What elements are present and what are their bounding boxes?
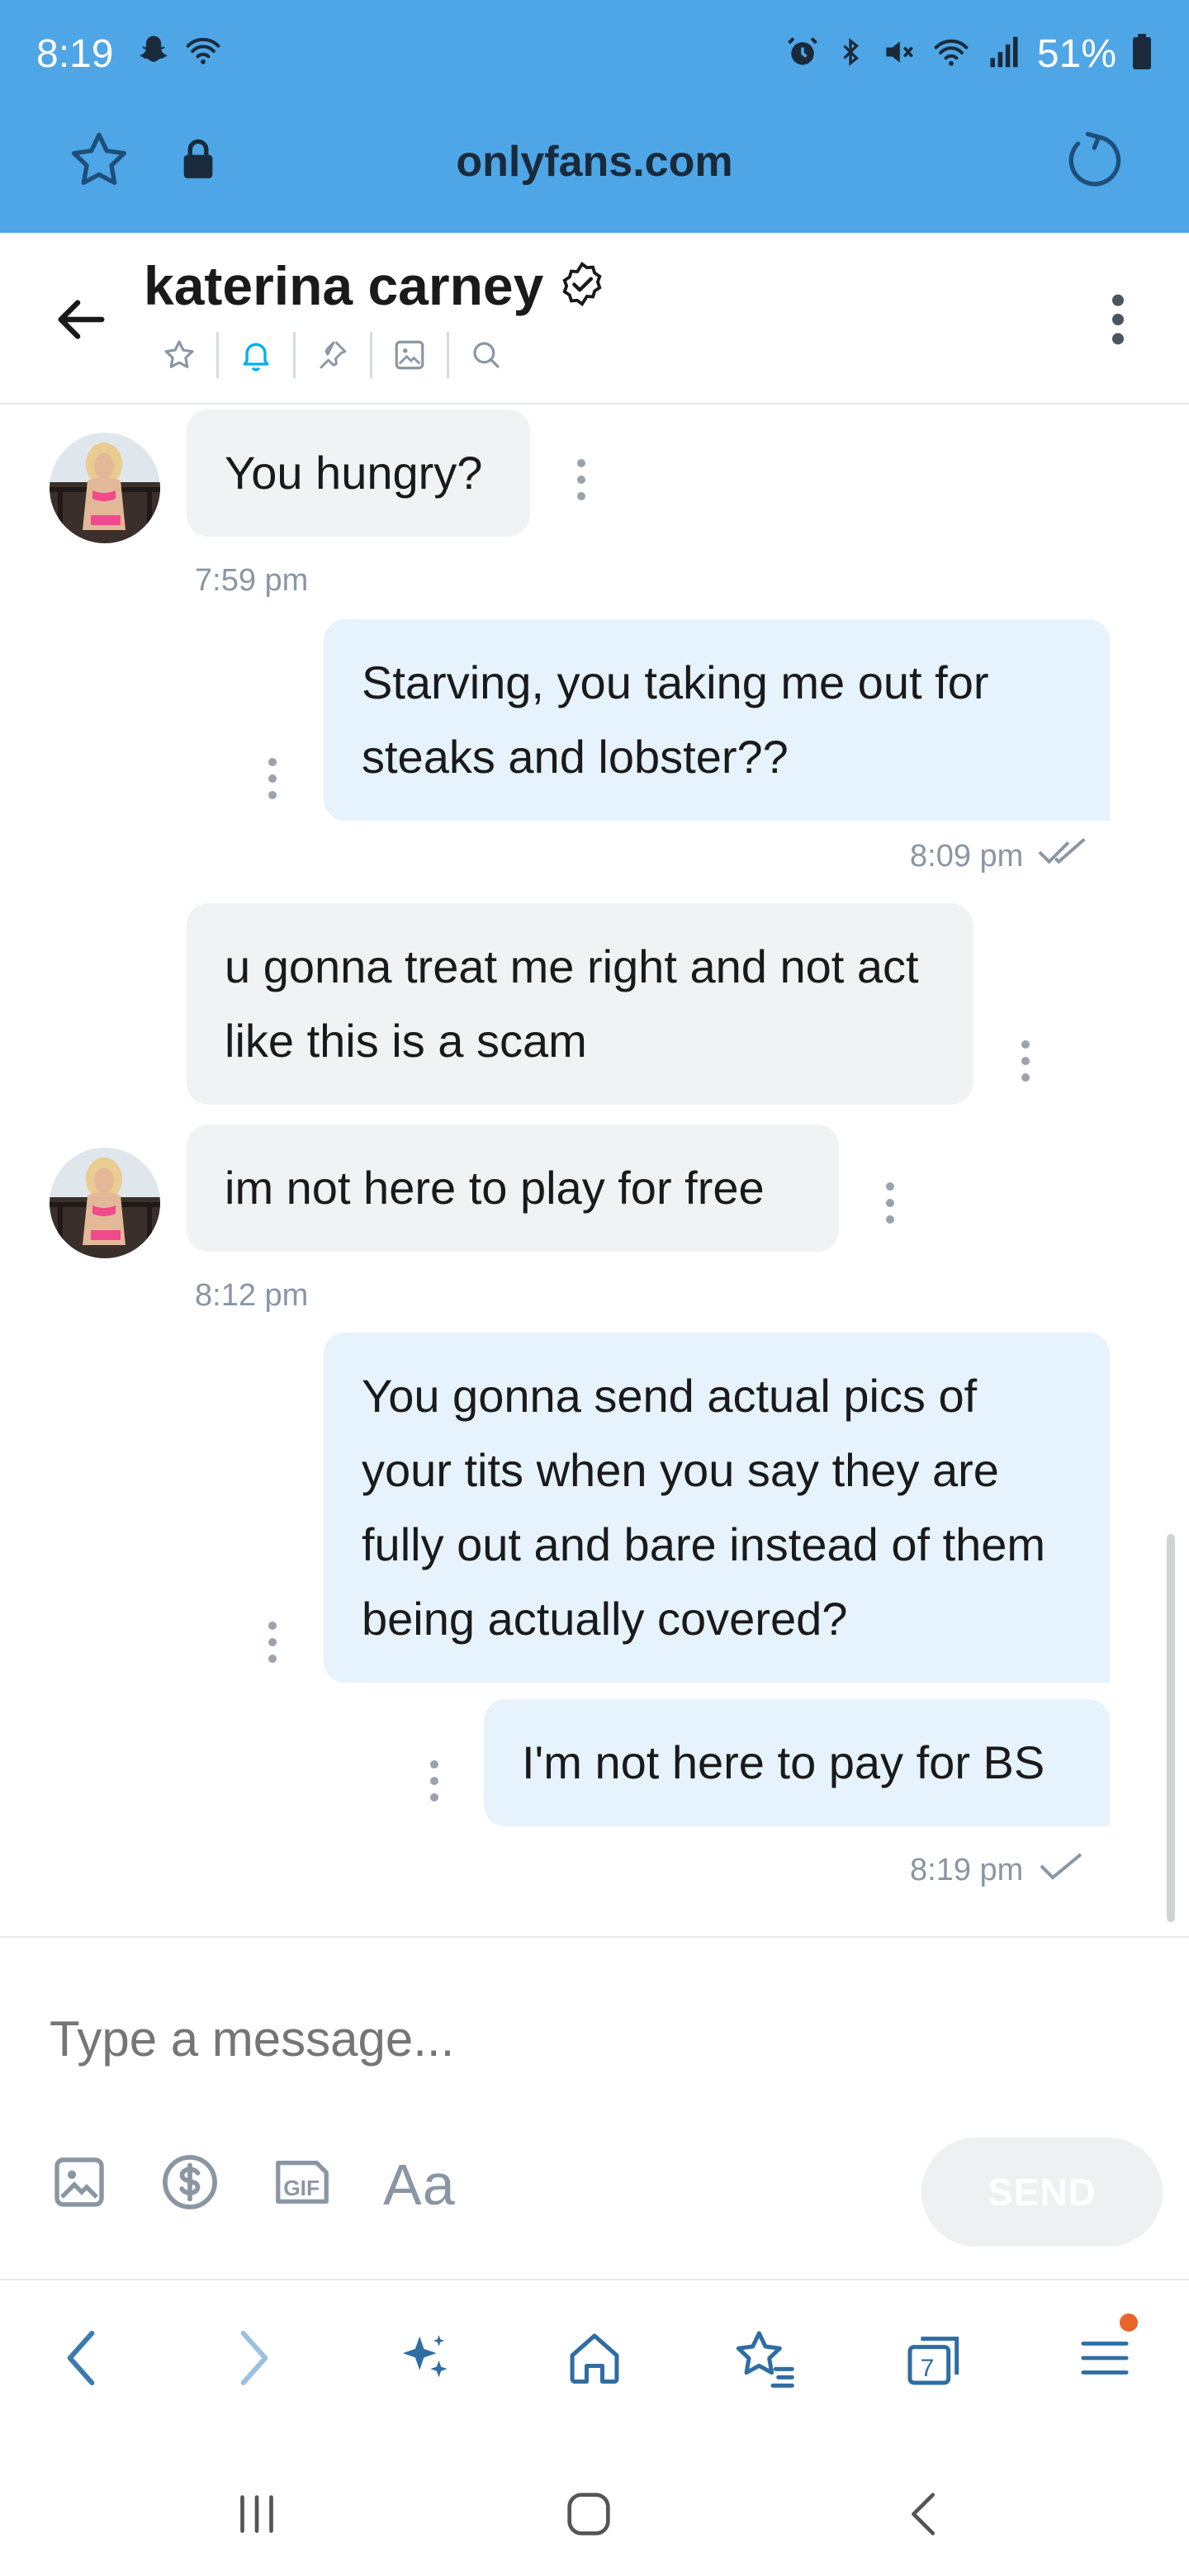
chat-title[interactable]: katerina carney [144,254,606,317]
alarm-icon [784,34,821,74]
status-time: 8:19 [36,32,114,76]
recent-apps-icon[interactable] [220,2477,294,2551]
home-system-icon[interactable] [552,2477,626,2551]
message-bubble-incoming[interactable]: u gonna treat me right and not act like … [187,903,973,1105]
wifi-icon [931,34,971,74]
message-options-icon[interactable] [573,459,590,500]
message-options-icon[interactable] [264,758,281,799]
signal-icon [986,34,1022,74]
message-list[interactable]: You hungry? 7:59 pm Starving, you taking… [0,405,1189,1936]
reload-icon[interactable] [1060,127,1126,197]
message-options-icon[interactable] [426,1760,443,1802]
search-icon[interactable] [449,329,523,381]
menu-hamburger-icon[interactable] [1063,2313,1146,2399]
tabs-icon[interactable]: 7 [893,2317,976,2399]
message-input[interactable] [50,2010,1123,2067]
message-bubble-incoming[interactable]: You hungry? [187,410,530,537]
bluetooth-icon [836,34,865,74]
chat-toolbar [142,329,523,381]
message-timestamp: 8:19 pm [910,1852,1024,1887]
address-bar[interactable]: onlyfans.com [0,112,1189,233]
snapchat-icon [135,33,172,73]
media-gallery-icon[interactable] [372,329,447,381]
compose-area: GIF Aa SEND [0,1936,1189,2279]
wifi-calling-icon [183,33,223,73]
notification-dot [1120,2313,1138,2332]
battery-icon [1131,34,1153,74]
avatar[interactable] [50,1148,160,1258]
chat-header: katerina carney [0,233,1189,405]
home-icon[interactable] [553,2317,636,2399]
status-left-icons [135,33,223,73]
forward-chevron-icon[interactable] [213,2317,296,2399]
pin-icon[interactable] [296,329,370,381]
message-timestamp: 8:12 pm [195,1278,309,1313]
text-format-button[interactable]: Aa [383,2152,456,2218]
send-button[interactable]: SEND [921,2138,1163,2247]
message-text: You gonna send actual pics of your tits … [362,1370,1046,1645]
status-right-icons: 51% [784,31,1153,77]
mute-icon [880,34,917,74]
browser-bottom-nav: 7 [0,2279,1189,2436]
attach-image-icon[interactable] [50,2152,109,2216]
compose-toolbar: GIF Aa [50,2151,456,2218]
notifications-bell-icon[interactable] [219,329,293,381]
sparkle-assistant-icon[interactable] [383,2317,466,2399]
tip-dollar-icon[interactable] [159,2151,221,2218]
browser-top-bar: 8:19 51% onlyfans.com [0,0,1189,233]
url-text[interactable]: onlyfans.com [0,137,1189,187]
scrollbar[interactable] [1167,1534,1175,1922]
message-options-icon[interactable] [1017,1040,1034,1082]
message-options-icon[interactable] [882,1182,898,1224]
avatar[interactable] [50,433,160,543]
back-system-icon[interactable] [888,2477,963,2551]
back-arrow-icon[interactable] [51,291,109,353]
system-nav-bar [0,2436,1189,2576]
more-options-icon[interactable] [1103,291,1133,353]
message-meta: 8:19 pm [910,1849,1086,1891]
status-bar: 8:19 51% [0,0,1189,112]
message-timestamp: 8:09 pm [910,838,1024,874]
message-meta: 8:09 pm [910,836,1094,877]
message-text: im not here to play for free [225,1162,765,1214]
gif-icon[interactable]: GIF [271,2152,334,2216]
message-bubble-outgoing[interactable]: Starving, you taking me out for steaks a… [324,619,1110,821]
message-text: Starving, you taking me out for steaks a… [362,656,989,783]
verified-badge-icon [558,260,606,312]
svg-text:GIF: GIF [283,2176,320,2200]
message-bubble-incoming[interactable]: im not here to play for free [187,1125,839,1252]
back-chevron-icon[interactable] [40,2317,122,2399]
message-bubble-outgoing[interactable]: I'm not here to pay for BS [484,1699,1110,1826]
single-check-sent-icon [1036,1849,1086,1891]
message-text: You hungry? [225,447,483,499]
battery-percent: 51% [1036,32,1116,76]
favorite-star-icon[interactable] [142,329,216,381]
message-bubble-outgoing[interactable]: You gonna send actual pics of your tits … [324,1333,1110,1683]
chat-name: katerina carney [144,255,544,316]
bookmarks-icon[interactable] [723,2317,806,2399]
tabs-count: 7 [921,2355,935,2382]
message-text: u gonna treat me right and not act like … [225,940,919,1067]
double-check-read-icon [1036,836,1094,877]
message-options-icon[interactable] [264,1622,281,1663]
message-text: I'm not here to pay for BS [522,1736,1045,1788]
message-timestamp: 7:59 pm [195,563,309,598]
